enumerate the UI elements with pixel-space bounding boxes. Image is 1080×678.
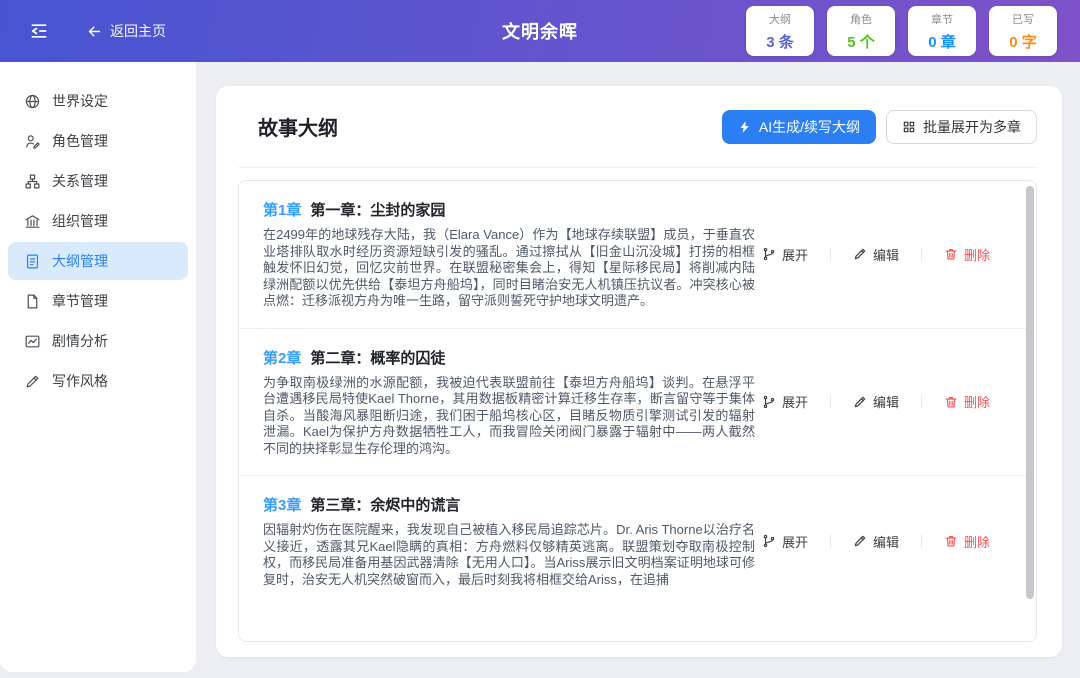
chapter-row: 第3章 第三章：余烬中的谎言 因辐射灼伤在医院醒来，我发现自己被植入移民局追踪芯… xyxy=(239,475,1036,606)
chapter-summary: 为争取南极绿洲的水源配额，我被迫代表联盟前往【泰坦方舟船坞】谈判。在悬浮平台遭遇… xyxy=(263,375,755,458)
edit-pen-icon xyxy=(853,395,867,409)
grid-icon xyxy=(902,120,916,134)
stat-value: 0 字 xyxy=(1009,31,1037,52)
stat-value: 5 个 xyxy=(847,31,875,52)
main-area: 故事大纲 AI生成/续写大纲 批量展开为多章 xyxy=(196,62,1080,678)
sidebar-item-label: 组织管理 xyxy=(52,211,108,231)
trash-icon xyxy=(944,534,958,548)
sidebar-item-label: 写作风格 xyxy=(52,371,108,391)
stat-label: 已写 xyxy=(1012,11,1034,27)
chapter-title: 第三章：余烬中的谎言 xyxy=(310,494,460,515)
sidebar-item-style[interactable]: 写作风格 xyxy=(8,362,188,400)
sidebar-item-organization[interactable]: 组织管理 xyxy=(8,202,188,240)
outline-icon xyxy=(24,253,41,270)
chapter-number-badge: 第3章 xyxy=(263,494,301,515)
scrollbar[interactable] xyxy=(1026,184,1034,638)
stat-value: 3 条 xyxy=(766,31,794,52)
sidebar-item-label: 大纲管理 xyxy=(52,251,108,271)
sidebar-item-label: 章节管理 xyxy=(52,291,108,311)
edit-pen-icon xyxy=(853,534,867,548)
edit-button[interactable]: 编辑 xyxy=(853,245,899,264)
delete-button[interactable]: 删除 xyxy=(944,392,990,411)
delete-button[interactable]: 删除 xyxy=(944,532,990,551)
sidebar-item-label: 剧情分析 xyxy=(52,331,108,351)
stat-card: 角色 5 个 xyxy=(827,6,895,56)
stat-label: 章节 xyxy=(931,11,953,27)
sidebar-item-chapter[interactable]: 章节管理 xyxy=(8,282,188,320)
outline-panel: 故事大纲 AI生成/续写大纲 批量展开为多章 xyxy=(216,86,1062,657)
trash-icon xyxy=(944,247,958,261)
sidebar-item-label: 世界设定 xyxy=(52,91,108,111)
expand-button[interactable]: 展开 xyxy=(762,392,808,411)
edit-pen-icon xyxy=(853,247,867,261)
back-arrow-icon xyxy=(86,23,103,40)
trash-icon xyxy=(944,395,958,409)
stat-label: 大纲 xyxy=(769,11,791,27)
back-home-button[interactable]: 返回主页 xyxy=(86,21,166,41)
sidebar-item-globe[interactable]: 世界设定 xyxy=(8,82,188,120)
chapter-title: 第一章：尘封的家园 xyxy=(310,199,445,220)
relations-icon xyxy=(24,173,41,190)
expand-button[interactable]: 展开 xyxy=(762,245,808,264)
chapter-row: 第1章 第一章：尘封的家园 在2499年的地球残存大陆，我（Elara Vanc… xyxy=(239,181,1036,328)
sidebar-item-analysis[interactable]: 剧情分析 xyxy=(8,322,188,360)
chapter-title: 第二章：概率的囚徒 xyxy=(310,347,445,368)
stat-label: 角色 xyxy=(850,11,872,27)
organization-icon xyxy=(24,213,41,230)
edit-button[interactable]: 编辑 xyxy=(853,392,899,411)
chapter-icon xyxy=(24,293,41,310)
chapter-summary: 因辐射灼伤在医院醒来，我发现自己被植入移民局追踪芯片。Dr. Aris Thor… xyxy=(263,522,755,588)
ai-generate-button[interactable]: AI生成/续写大纲 xyxy=(722,110,876,144)
character-icon xyxy=(24,133,41,150)
globe-icon xyxy=(24,93,41,110)
menu-fold-icon[interactable] xyxy=(28,20,50,42)
chapter-number-badge: 第2章 xyxy=(263,347,301,368)
expand-button[interactable]: 展开 xyxy=(762,532,808,551)
project-title: 文明余晖 xyxy=(502,18,578,44)
scrollbar-thumb[interactable] xyxy=(1026,186,1034,599)
chapter-row: 第2章 第二章：概率的囚徒 为争取南极绿洲的水源配额，我被迫代表联盟前往【泰坦方… xyxy=(239,328,1036,476)
chapter-number-badge: 第1章 xyxy=(263,199,301,220)
branch-icon xyxy=(762,395,776,409)
stat-card: 章节 0 章 xyxy=(908,6,976,56)
edit-button[interactable]: 编辑 xyxy=(853,532,899,551)
chapter-summary: 在2499年的地球残存大陆，我（Elara Vance）作为【地球存续联盟】成员… xyxy=(263,227,755,310)
page-title: 故事大纲 xyxy=(258,112,338,141)
sidebar-item-label: 关系管理 xyxy=(52,171,108,191)
style-icon xyxy=(24,373,41,390)
sidebar-item-character[interactable]: 角色管理 xyxy=(8,122,188,160)
delete-button[interactable]: 删除 xyxy=(944,245,990,264)
sidebar: 世界设定 角色管理 关系管理 组织管理 大纲管理 章节管理 剧情分析 写作风格 xyxy=(0,62,196,672)
batch-expand-button[interactable]: 批量展开为多章 xyxy=(886,110,1037,144)
back-home-label: 返回主页 xyxy=(110,21,166,41)
stat-card: 大纲 3 条 xyxy=(746,6,814,56)
branch-icon xyxy=(762,534,776,548)
analysis-icon xyxy=(24,333,41,350)
lightning-icon xyxy=(738,120,752,134)
stat-card: 已写 0 字 xyxy=(989,6,1057,56)
app-header: 返回主页 文明余晖 大纲 3 条 角色 5 个 章节 0 章 已写 0 字 xyxy=(0,0,1080,62)
sidebar-item-relations[interactable]: 关系管理 xyxy=(8,162,188,200)
stats-group: 大纲 3 条 角色 5 个 章节 0 章 已写 0 字 xyxy=(746,6,1057,56)
stat-value: 0 章 xyxy=(928,31,956,52)
branch-icon xyxy=(762,247,776,261)
sidebar-item-outline[interactable]: 大纲管理 xyxy=(8,242,188,280)
sidebar-item-label: 角色管理 xyxy=(52,131,108,151)
chapter-list: 第1章 第一章：尘封的家园 在2499年的地球残存大陆，我（Elara Vanc… xyxy=(238,180,1037,642)
